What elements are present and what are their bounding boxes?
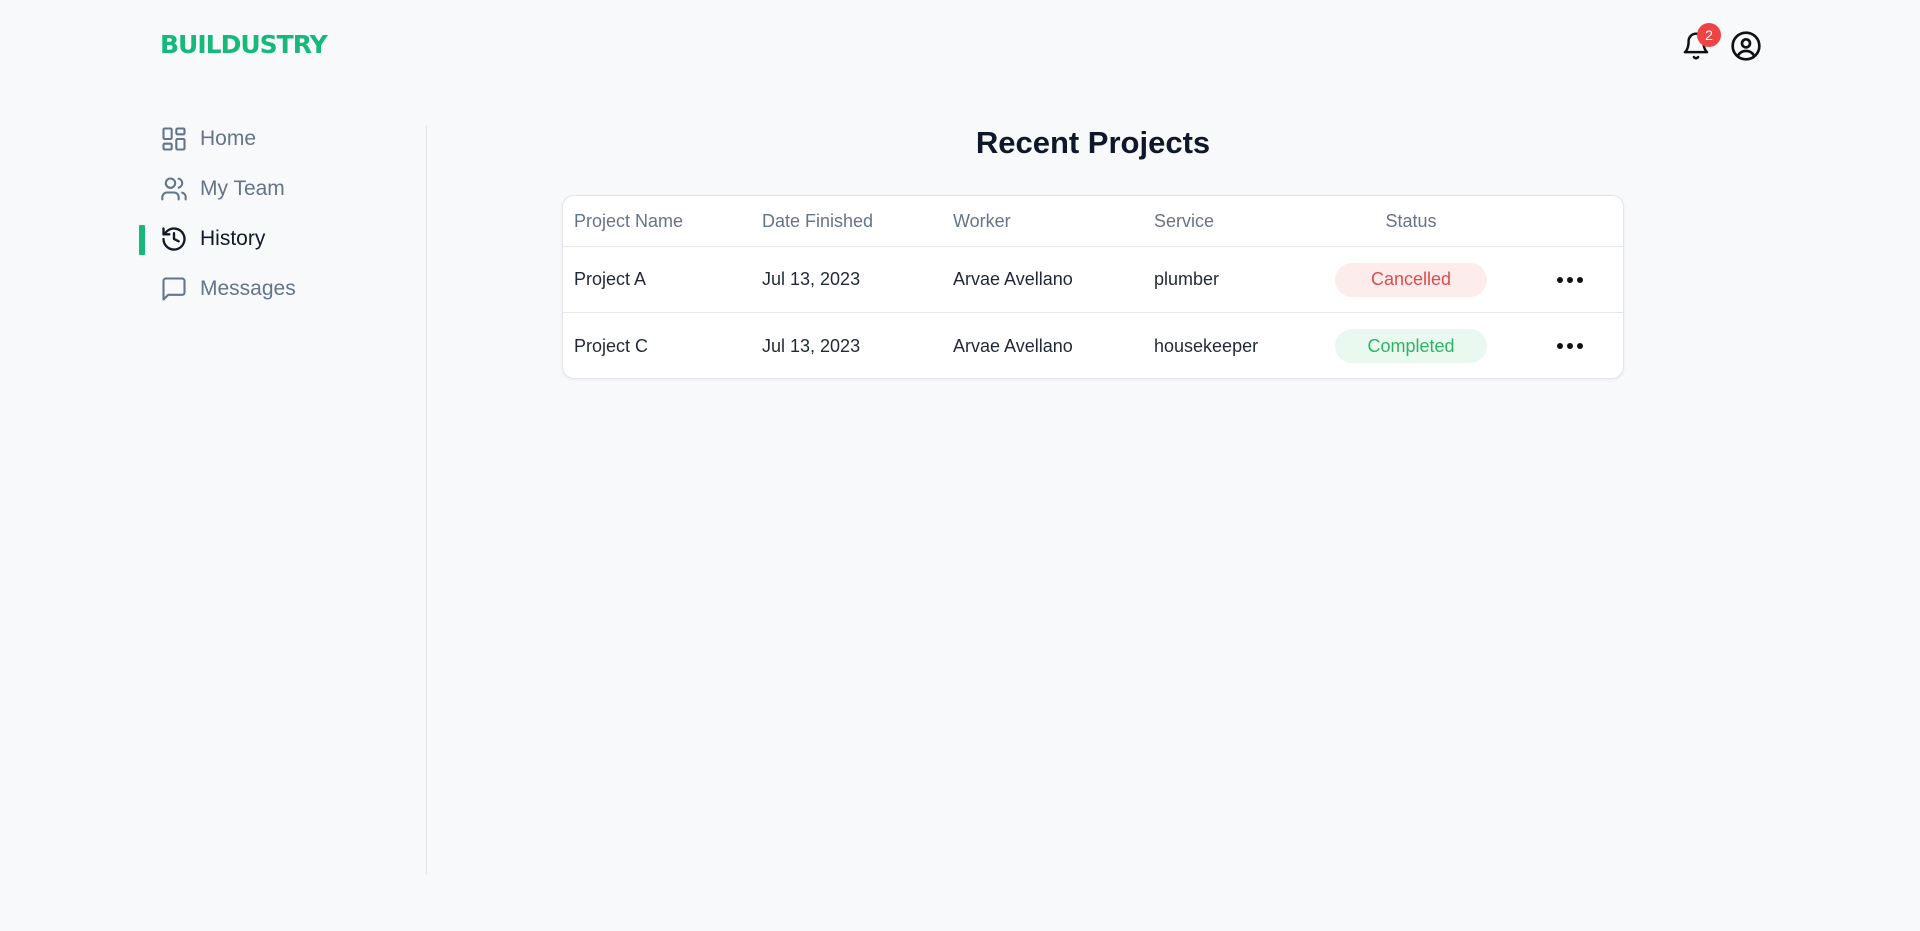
table-row: Project A Jul 13, 2023 Arvae Avellano pl… (563, 247, 1623, 313)
table-header-row: Project Name Date Finished Worker Servic… (563, 196, 1623, 247)
status-cell: Cancelled (1335, 247, 1487, 312)
projects-table: Project Name Date Finished Worker Servic… (562, 195, 1624, 379)
sidebar-item-label: Messages (200, 277, 296, 300)
column-header: Project Name (574, 210, 684, 231)
notification-badge: 2 (1697, 23, 1721, 47)
user-circle-icon (1730, 30, 1762, 67)
column-header: Worker (953, 210, 1011, 231)
page-title: Recent Projects (975, 125, 1211, 160)
sidebar-item-messages[interactable]: Messages (160, 272, 296, 306)
history-icon (160, 225, 188, 253)
worker-cell: Arvae Avellano (953, 335, 1073, 356)
worker-cell: Arvae Avellano (953, 269, 1073, 289)
more-horizontal-icon (1557, 276, 1583, 283)
active-indicator (139, 225, 145, 255)
sidebar-item-label: Home (200, 127, 257, 150)
sidebar-item-history[interactable]: History (160, 222, 265, 256)
users-icon (160, 175, 188, 203)
date-cell: Jul 13, 2023 (762, 335, 861, 356)
sidebar-item-my-team[interactable]: My Team (160, 172, 285, 206)
profile-button[interactable] (1728, 30, 1764, 66)
service-cell: plumber (1154, 269, 1220, 289)
status-cell: Completed (1335, 313, 1487, 378)
date-cell: Jul 13, 2023 (762, 269, 861, 289)
row-actions-button[interactable] (1553, 313, 1587, 378)
row-actions-button[interactable] (1553, 247, 1587, 312)
sidebar-item-label: My Team (200, 177, 285, 200)
notifications-button[interactable]: 2 (1678, 23, 1721, 66)
brand-logo[interactable]: BUILDUSTRY (160, 30, 328, 59)
column-header: Service (1154, 210, 1215, 231)
header-actions: 2 (1678, 23, 1764, 66)
service-cell: housekeeper (1154, 335, 1259, 356)
message-icon (160, 275, 188, 303)
status-badge: Completed (1335, 329, 1487, 363)
table-row: Project C Jul 13, 2023 Arvae Avellano ho… (563, 313, 1623, 378)
more-horizontal-icon (1557, 343, 1583, 349)
status-badge: Cancelled (1335, 262, 1487, 297)
sidebar-item-home[interactable]: Home (160, 122, 256, 156)
dashboard-icon (160, 125, 188, 153)
top-header: BUILDUSTRY 2 (0, 0, 1920, 95)
project-name-cell: Project C (574, 335, 649, 356)
column-header: Date Finished (762, 210, 874, 231)
column-header: Status (1385, 210, 1437, 231)
project-name-cell: Project A (574, 269, 647, 289)
sidebar-item-label: History (200, 227, 266, 250)
